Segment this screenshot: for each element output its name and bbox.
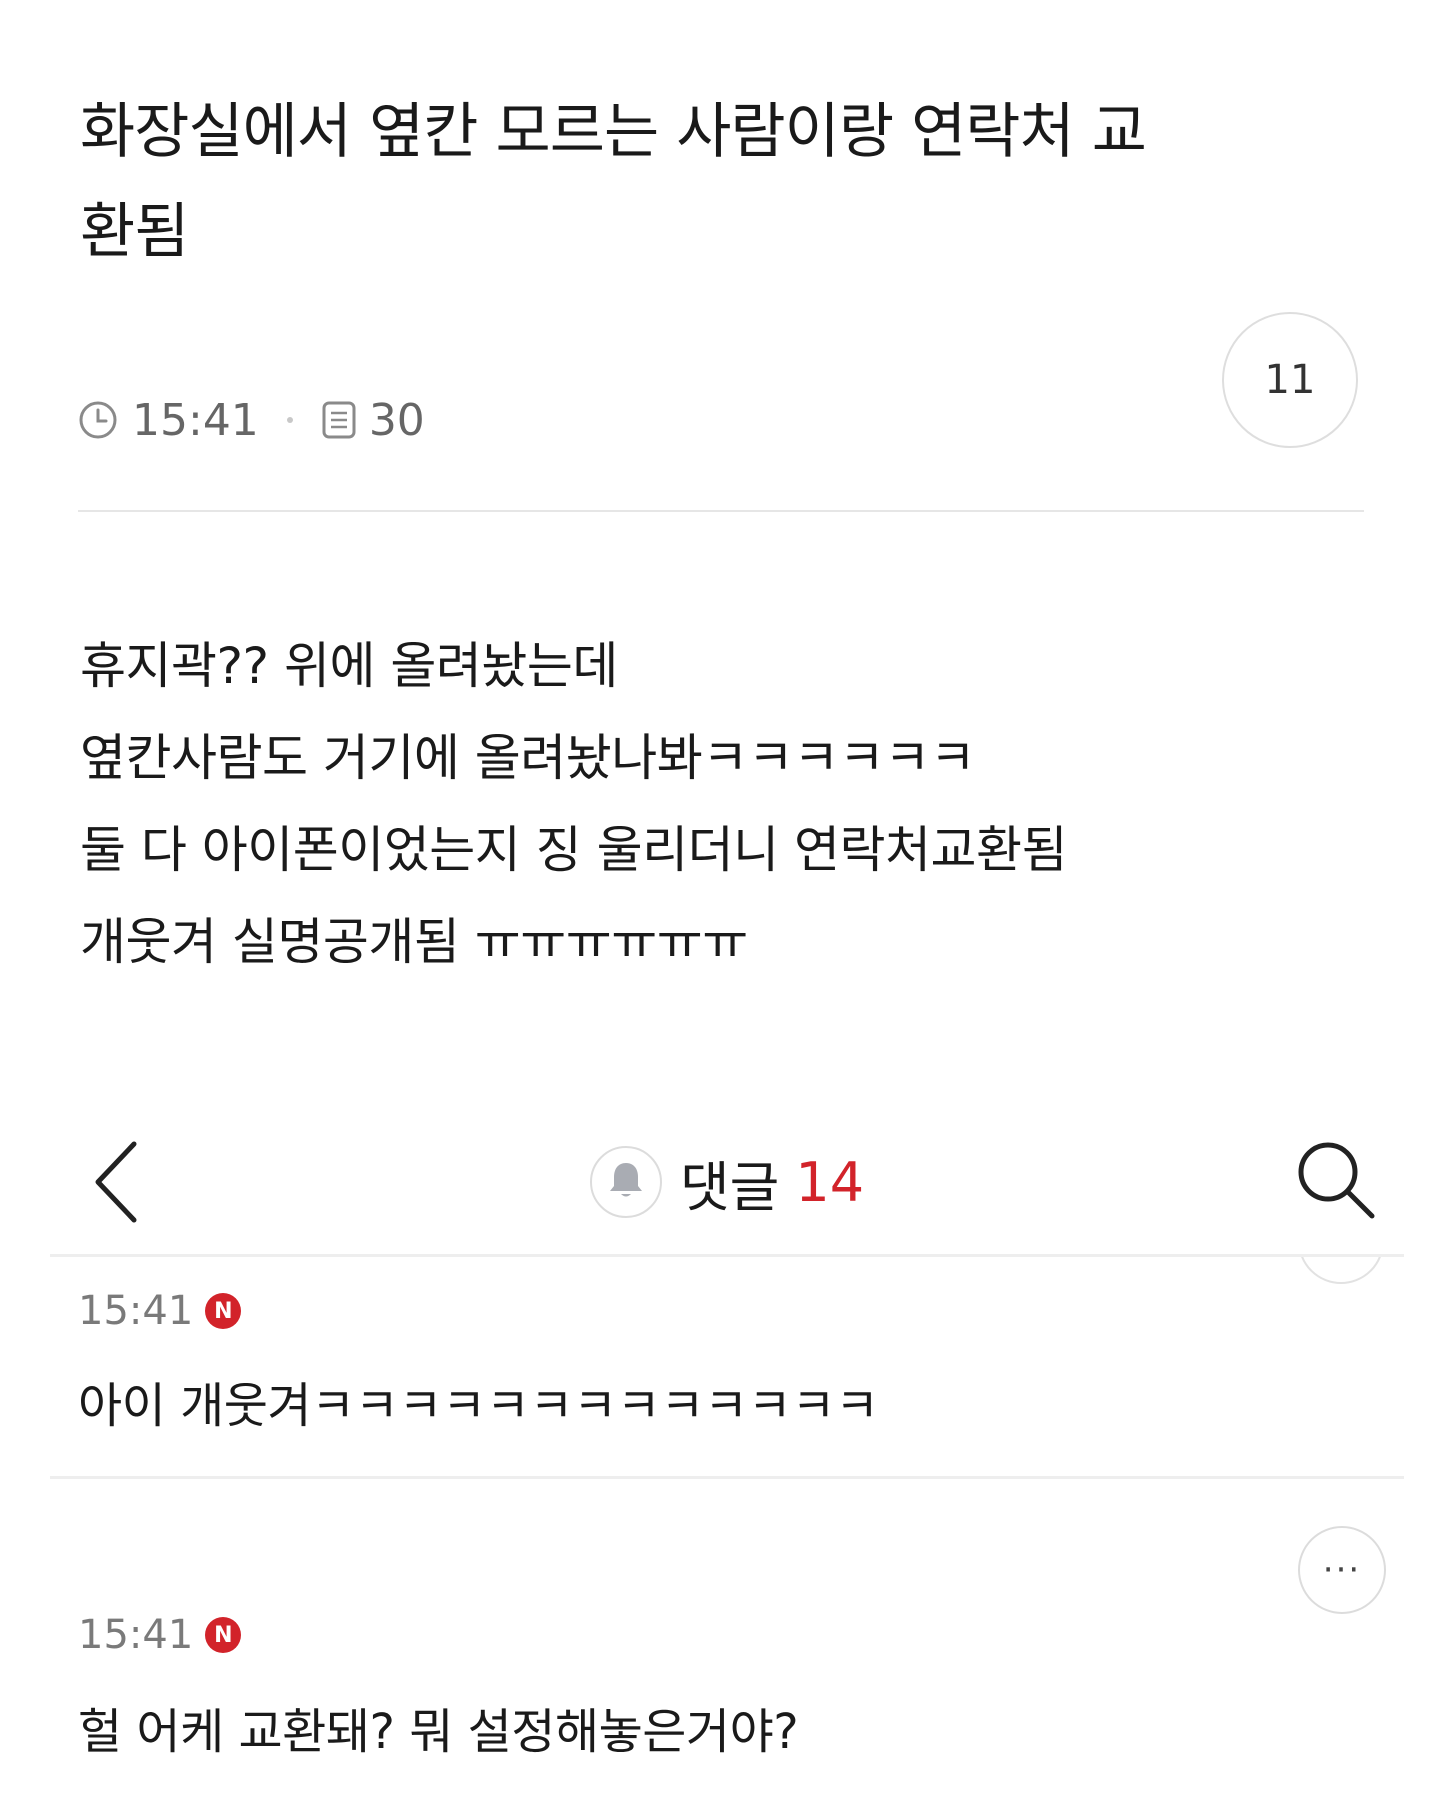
post-views: 30 [368, 394, 425, 446]
comment-text: 헐 어케 교환돼? 뭐 설정해놓은거야? [78, 1704, 799, 1760]
bell-icon [606, 1159, 646, 1205]
more-options-button[interactable]: ··· [1298, 1526, 1386, 1614]
comment-time: 15:41 [78, 1612, 194, 1658]
search-button[interactable] [1288, 1132, 1384, 1228]
new-badge: N [205, 1293, 242, 1329]
post-body-line: 개웃겨 실명공개됨 ㅠㅠㅠㅠㅠㅠ [80, 913, 748, 971]
comment-item: 15:41 N 아이 개웃겨ㅋㅋㅋㅋㅋㅋㅋㅋㅋㅋㅋㅋㅋ [50, 1256, 1404, 1479]
search-icon [1288, 1142, 1384, 1232]
comments-header: 댓글 14 [50, 1120, 1404, 1257]
comment-item: ··· 15:41 N 헐 어케 교환돼? 뭐 설정해놓은거야? [50, 1480, 1404, 1802]
post-body-line: 휴지곽?? 위에 올려놨는데 [80, 637, 618, 695]
new-badge: N [205, 1617, 242, 1653]
post-body-line: 옆칸사람도 거기에 올려놨나봐ㅋㅋㅋㅋㅋㅋ [80, 729, 976, 787]
post-meta: 15:41 30 [78, 388, 425, 452]
meta-separator [286, 417, 293, 423]
chevron-left-icon [76, 1141, 156, 1234]
comment-time: 15:41 [78, 1288, 194, 1334]
comment-text: 아이 개웃겨ㅋㅋㅋㅋㅋㅋㅋㅋㅋㅋㅋㅋㅋ [78, 1378, 879, 1434]
post-body: 휴지곽?? 위에 올려놨는데 옆칸사람도 거기에 올려놨나봐ㅋㅋㅋㅋㅋㅋ 둘 다… [80, 620, 1340, 988]
clock-icon [78, 400, 118, 440]
comment-meta: 15:41 N [78, 1612, 242, 1658]
post-body-line: 둘 다 아이폰이었는지 징 울리더니 연락처교환됨 [80, 821, 1067, 879]
document-icon [321, 400, 357, 440]
divider [78, 510, 1364, 512]
comments-count: 14 [795, 1150, 865, 1214]
comment-count-button[interactable]: 11 [1222, 312, 1358, 448]
comments-title: 댓글 14 [590, 1142, 864, 1222]
comments-label: 댓글 [680, 1155, 780, 1219]
more-dots-icon: ··· [1322, 1550, 1362, 1590]
notification-button[interactable] [590, 1146, 662, 1218]
comment-meta: 15:41 N [78, 1288, 242, 1334]
post-time: 15:41 [132, 394, 259, 446]
post-title: 화장실에서 옆칸 모르는 사람이랑 연락처 교환됨 [80, 97, 1147, 267]
back-button[interactable] [76, 1130, 156, 1230]
